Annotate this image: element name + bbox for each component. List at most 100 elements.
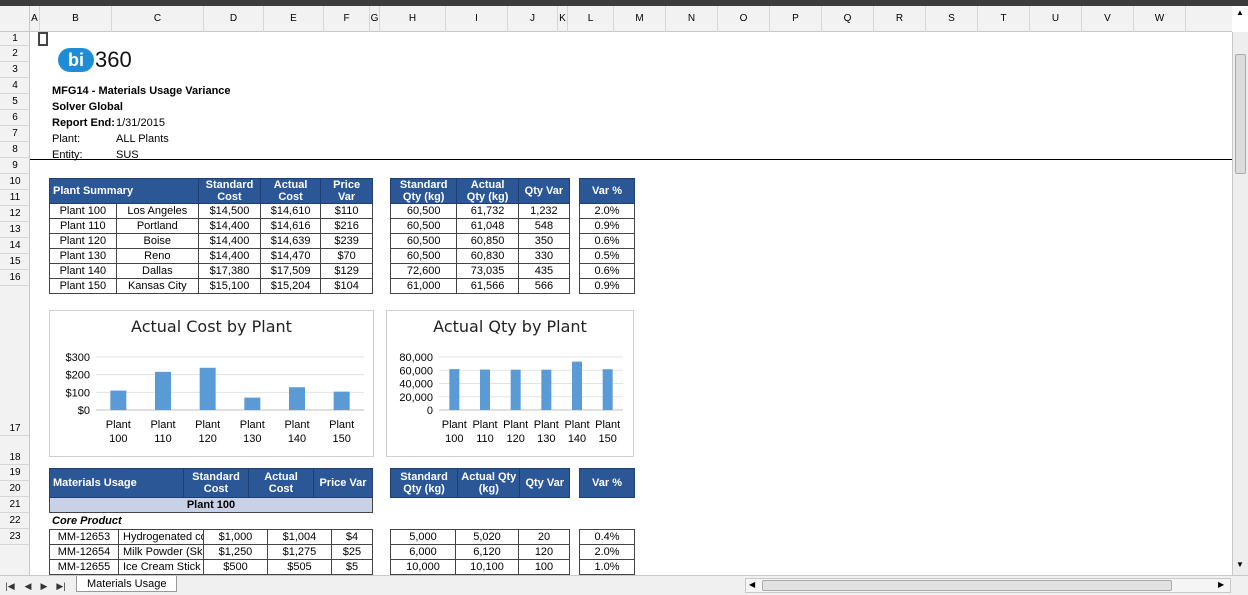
act-qty-cell: 73,035 xyxy=(456,263,519,279)
column-header-h[interactable]: H xyxy=(380,6,446,32)
horizontal-scrollbar[interactable]: ◀ ▶ xyxy=(745,578,1231,593)
row-header-3[interactable]: 3 xyxy=(0,62,30,78)
std-cost-cell: $14,500 xyxy=(197,203,261,219)
row-header-19[interactable]: 19 xyxy=(0,465,30,481)
qty-var-cell: 435 xyxy=(517,263,571,279)
scroll-right-arrow-icon[interactable]: ▶ xyxy=(1218,580,1224,589)
table-row: MM-12654Milk Powder (Skim$1,250$1,275$25 xyxy=(49,544,374,560)
x-tick-label: Plant xyxy=(284,419,309,431)
table-row: 61,000 61,566 566 xyxy=(389,278,571,294)
last-sheet-button[interactable]: ▶| xyxy=(55,579,67,593)
column-header-g[interactable]: G xyxy=(370,6,380,32)
column-header-i[interactable]: I xyxy=(446,6,508,32)
header-separator-line xyxy=(30,159,1232,160)
column-header-t[interactable]: T xyxy=(978,6,1030,32)
row-header-14[interactable]: 14 xyxy=(0,238,30,254)
column-header-o[interactable]: O xyxy=(718,6,770,32)
x-tick-label: Plant xyxy=(442,419,467,431)
table-row: Plant 120 Boise $14,400 $14,639 $239 xyxy=(49,233,373,249)
scroll-left-arrow-icon[interactable]: ◀ xyxy=(749,580,755,589)
column-header-n[interactable]: N xyxy=(666,6,718,32)
scroll-up-arrow-icon[interactable]: ▲ xyxy=(1236,8,1244,17)
row-header-18[interactable]: 18 xyxy=(0,436,30,465)
row-header-8[interactable]: 8 xyxy=(0,142,30,158)
row-header-4[interactable]: 4 xyxy=(0,78,30,94)
actual-qty-chart-plot: 020,00040,000 60,00080,000 Plant 100 Plant 11… xyxy=(399,352,623,445)
horizontal-scroll-thumb[interactable] xyxy=(762,580,1172,591)
active-cell-A1[interactable] xyxy=(38,32,48,46)
std-cost-header: Standard Cost xyxy=(183,468,249,498)
plant-cell: Plant 130 xyxy=(49,248,117,264)
table-row: 0.4% xyxy=(579,529,635,545)
price-var-cell: $110 xyxy=(320,203,373,219)
column-header-e[interactable]: E xyxy=(264,6,324,32)
std-qty-header: Standard Qty (kg) xyxy=(389,178,458,204)
scroll-down-arrow-icon[interactable]: ▼ xyxy=(1236,560,1244,569)
column-header-k[interactable]: K xyxy=(558,6,568,32)
city-cell: Los Angeles xyxy=(115,203,199,219)
qty-var-cell: 1,232 xyxy=(517,203,571,219)
select-all-corner[interactable] xyxy=(0,6,30,32)
column-header-f[interactable]: F xyxy=(324,6,370,32)
std-cost-header: Standard Cost xyxy=(197,178,261,204)
column-header-r[interactable]: R xyxy=(874,6,926,32)
row-header-23[interactable]: 23 xyxy=(0,529,30,545)
act-qty-cell: 61,732 xyxy=(456,203,519,219)
act-cost-cell: $14,610 xyxy=(259,203,322,219)
row-header-1[interactable]: 1 xyxy=(0,32,30,46)
row-header-9[interactable]: 9 xyxy=(0,158,30,174)
row-header-11[interactable]: 11 xyxy=(0,190,30,206)
row-header-16[interactable]: 16 xyxy=(0,270,30,286)
actual-qty-chart[interactable]: Actual Qty by Plant 0 20,000 40,000 60,000 8… xyxy=(386,310,634,457)
actual-cost-chart[interactable]: Actual Cost by Plant $0 $100 $200 $300 Plant… xyxy=(49,310,374,457)
row-header-2[interactable]: 2 xyxy=(0,46,30,62)
vertical-scrollbar[interactable]: ▲ ▼ xyxy=(1232,8,1248,577)
bar-plant-150 xyxy=(602,369,613,410)
std-qty-cell: 60,500 xyxy=(389,248,458,264)
row-header-10[interactable]: 10 xyxy=(0,174,30,190)
column-header-m[interactable]: M xyxy=(614,6,666,32)
row-header-15[interactable]: 15 xyxy=(0,254,30,270)
table-row: 10,000 10,100 100 xyxy=(390,559,570,575)
row-header-22[interactable]: 22 xyxy=(0,513,30,529)
column-header-p[interactable]: P xyxy=(770,6,822,32)
column-header-b[interactable]: B xyxy=(40,6,112,32)
row-header-17[interactable]: 17 xyxy=(0,286,30,436)
row-header-21[interactable]: 21 xyxy=(0,497,30,513)
plant-cell: Plant 150 xyxy=(49,278,117,294)
act-cost-header: Actual Cost xyxy=(259,178,322,204)
row-header-12[interactable]: 12 xyxy=(0,206,30,222)
x-tick-label: Plant xyxy=(329,419,354,431)
city-cell: Boise xyxy=(115,233,199,249)
column-header-bar: ABCDEFGHIJKLMNOPQRSTUVW xyxy=(30,6,1232,32)
column-header-d[interactable]: D xyxy=(204,6,264,32)
plant-summary-cost-table: Plant Summary Standard Cost Actual Cost … xyxy=(49,178,373,294)
column-header-v[interactable]: V xyxy=(1082,6,1134,32)
act-qty-cell: 60,830 xyxy=(456,248,519,264)
x-tick-label: 130 xyxy=(243,433,261,445)
column-header-u[interactable]: U xyxy=(1030,6,1082,32)
column-header-q[interactable]: Q xyxy=(822,6,874,32)
price-var-header: Price Var xyxy=(320,178,373,204)
plant-group-label: Plant 100 xyxy=(49,497,373,513)
column-header-w[interactable]: W xyxy=(1134,6,1186,32)
column-header-l[interactable]: L xyxy=(568,6,614,32)
row-header-20[interactable]: 20 xyxy=(0,481,30,497)
column-header-a[interactable]: A xyxy=(30,6,40,32)
sheet-tab-materials-usage[interactable]: Materials Usage xyxy=(76,576,178,592)
column-header-c[interactable]: C xyxy=(112,6,204,32)
row-header-6[interactable]: 6 xyxy=(0,110,30,126)
materials-qty-table: Standard Qty (kg) Actual Qty (kg) Qty Va… xyxy=(389,468,570,498)
table-row: Plant 110 Portland $14,400 $14,616 $216 xyxy=(49,218,373,234)
column-header-j[interactable]: J xyxy=(508,6,558,32)
next-sheet-button[interactable]: ▶ xyxy=(38,579,50,593)
act-qty-cell: 60,850 xyxy=(456,233,519,249)
row-header-13[interactable]: 13 xyxy=(0,222,30,238)
first-sheet-button[interactable]: |◀ xyxy=(4,579,16,593)
vertical-scroll-thumb[interactable] xyxy=(1235,54,1246,174)
row-header-5[interactable]: 5 xyxy=(0,94,30,110)
prev-sheet-button[interactable]: ◀ xyxy=(22,579,34,593)
act-qty-cell: 10,100 xyxy=(455,559,519,575)
row-header-7[interactable]: 7 xyxy=(0,126,30,142)
column-header-s[interactable]: S xyxy=(926,6,978,32)
